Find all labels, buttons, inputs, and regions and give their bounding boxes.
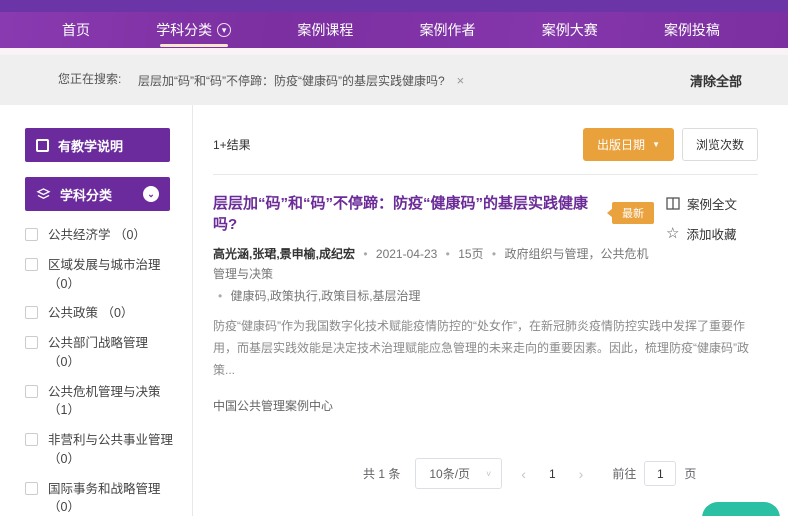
filter-option[interactable]: 公共危机管理与决策 （1） [25, 383, 177, 421]
filter-option[interactable]: 公共政策 （0） [25, 304, 177, 323]
results-toolbar: 1+结果 出版日期 ▼ 浏览次数 [213, 128, 758, 161]
star-icon: ☆ [666, 226, 679, 241]
prev-page-button[interactable]: ‹ [517, 466, 530, 482]
page-size-value: 10条/页 [429, 465, 470, 482]
filter-option[interactable]: 非营利与公共事业管理 （0） [25, 431, 177, 469]
nav-sub-strip [0, 48, 788, 55]
filter-option-label: 公共危机管理与决策 （1） [48, 383, 177, 421]
teaching-note-label: 有教学说明 [58, 136, 123, 155]
new-badge: 最新 [612, 202, 654, 224]
checkbox-icon[interactable] [25, 228, 38, 241]
bullet-separator: • [446, 247, 450, 261]
subject-list: 公共经济学 （0） 区域发展与城市治理 （0） 公共政策 （0） 公共部门战略管理 （… [25, 226, 192, 516]
nav-item-label: 案例课程 [297, 20, 353, 40]
subject-section-title: 学科分类 [60, 185, 112, 204]
filter-option-label: 非营利与公共事业管理 （0） [48, 431, 177, 469]
checkbox-icon[interactable] [25, 306, 38, 319]
nav-item[interactable]: 案例课程 [297, 12, 353, 48]
pagination-total: 共 1 条 [363, 465, 400, 482]
checkbox-icon[interactable] [25, 433, 38, 446]
add-favorite-label: 添加收藏 [686, 224, 736, 243]
checkbox-icon[interactable] [36, 139, 49, 152]
result-abstract: 防疫“健康码”作为我国数字化技术赋能疫情防控的“处女作”，在新冠肺炎疫情防控实践… [213, 316, 758, 381]
result-meta: 高光涵,张珺,景申榆,成纪宏 • 2021-04-23 • 15页 • 政府组织… [213, 245, 758, 306]
floating-action-button[interactable] [702, 502, 780, 516]
nav-item[interactable]: 首页 [62, 12, 90, 48]
top-strip [0, 0, 788, 12]
nav-item[interactable]: 案例大赛 [542, 12, 598, 48]
sort-views-button[interactable]: 浏览次数 [682, 128, 758, 161]
next-page-button[interactable]: › [575, 466, 588, 482]
filter-option-label: 区域发展与城市治理 （0） [48, 256, 177, 294]
result-source: 中国公共管理案例中心 [213, 397, 758, 414]
nav-item[interactable]: 案例投稿 [664, 12, 720, 48]
nav-item-label: 学科分类 [156, 20, 212, 40]
sort-publish-date-button[interactable]: 出版日期 ▼ [583, 128, 674, 161]
category-icon [36, 188, 51, 201]
results-panel: 1+结果 出版日期 ▼ 浏览次数 层层加“码”和“码”不停蹄：防疫“健康码”的基… [193, 105, 758, 516]
filter-option[interactable]: 公共部门战略管理 （0） [25, 334, 177, 372]
result-keywords: 健康码,政策执行,政策目标,基层治理 [231, 289, 421, 303]
page-size-select[interactable]: 10条/页 ˅ [415, 458, 502, 489]
content-area: 有教学说明 学科分类 ⌄ 公共经济学 （0） 区域发展与城市治理 （0） 公共政策 … [0, 105, 788, 516]
nav-item[interactable]: 案例作者 [420, 12, 476, 48]
goto-label: 前往 [612, 465, 636, 482]
caret-down-icon: ▼ [652, 140, 660, 149]
result-pages: 15页 [458, 247, 483, 261]
page-number[interactable]: 1 [545, 467, 560, 481]
search-status-label: 您正在搜索: [58, 71, 124, 88]
result-authors: 高光涵,张珺,景申榆,成纪宏 [213, 247, 355, 261]
result-title-link[interactable]: 层层加“码”和“码”不停蹄：防疫“健康码”的基层实践健康吗? [213, 192, 602, 234]
chevron-down-icon[interactable]: ⌄ [143, 186, 159, 202]
result-item: 层层加“码”和“码”不停蹄：防疫“健康码”的基层实践健康吗? 最新 高光涵,张珺… [213, 175, 758, 414]
sort-buttons: 出版日期 ▼ 浏览次数 [583, 128, 758, 161]
main-nav: 首页 学科分类 ▾ 案例课程 案例作者 案例大赛 案例投稿 [0, 12, 788, 48]
bullet-separator: • [218, 289, 222, 303]
close-icon[interactable]: × [457, 73, 465, 88]
filter-option[interactable]: 区域发展与城市治理 （0） [25, 256, 177, 294]
goto-page-input[interactable] [644, 461, 676, 486]
document-icon [666, 197, 680, 210]
results-count: 1+结果 [213, 136, 251, 153]
page-unit-label: 页 [684, 465, 696, 482]
filter-option[interactable]: 国际事务和战略管理 （0） [25, 480, 177, 516]
nav-item[interactable]: 学科分类 ▾ [156, 12, 231, 48]
filter-option-label: 国际事务和战略管理 （0） [48, 480, 177, 516]
search-term-text: 层层加“码”和“码”不停蹄：防疫“健康码”的基层实践健康吗? [138, 72, 445, 89]
fulltext-button[interactable]: 案例全文 [666, 194, 758, 213]
chevron-down-icon: ▾ [217, 23, 231, 37]
filter-option[interactable]: 公共经济学 （0） [25, 226, 177, 245]
checkbox-icon[interactable] [25, 482, 38, 495]
bullet-separator: • [492, 247, 496, 261]
search-status-bar: 您正在搜索: 层层加“码”和“码”不停蹄：防疫“健康码”的基层实践健康吗? × … [0, 55, 788, 105]
filter-option-label: 公共政策 （0） [48, 304, 133, 323]
nav-item-label: 案例投稿 [664, 20, 720, 40]
filter-sidebar: 有教学说明 学科分类 ⌄ 公共经济学 （0） 区域发展与城市治理 （0） 公共政策 … [25, 105, 193, 516]
sort-publish-date-label: 出版日期 [597, 136, 645, 153]
clear-all-button[interactable]: 清除全部 [690, 71, 742, 90]
filter-option-label: 公共经济学 （0） [48, 226, 146, 245]
goto-page: 前往 页 [612, 461, 696, 486]
pagination: 共 1 条 10条/页 ˅ ‹ 1 › 前往 页 [363, 458, 758, 489]
checkbox-icon[interactable] [25, 258, 38, 271]
search-term-tag: 层层加“码”和“码”不停蹄：防疫“健康码”的基层实践健康吗? × [138, 72, 464, 89]
teaching-note-filter[interactable]: 有教学说明 [25, 128, 170, 162]
chevron-down-icon: ˅ [486, 469, 491, 479]
filter-option-label: 公共部门战略管理 （0） [48, 334, 177, 372]
add-favorite-button[interactable]: ☆ 添加收藏 [666, 224, 758, 243]
subject-section-header[interactable]: 学科分类 ⌄ [25, 177, 170, 211]
nav-item-label: 案例大赛 [542, 20, 598, 40]
checkbox-icon[interactable] [25, 336, 38, 349]
nav-item-label: 首页 [62, 20, 90, 40]
fulltext-label: 案例全文 [687, 194, 737, 213]
result-date: 2021-04-23 [376, 247, 437, 261]
result-actions: 案例全文 ☆ 添加收藏 [666, 194, 758, 254]
result-keywords-row: • 健康码,政策执行,政策目标,基层治理 [213, 287, 654, 307]
nav-item-label: 案例作者 [420, 20, 476, 40]
checkbox-icon[interactable] [25, 385, 38, 398]
bullet-separator: • [363, 247, 367, 261]
